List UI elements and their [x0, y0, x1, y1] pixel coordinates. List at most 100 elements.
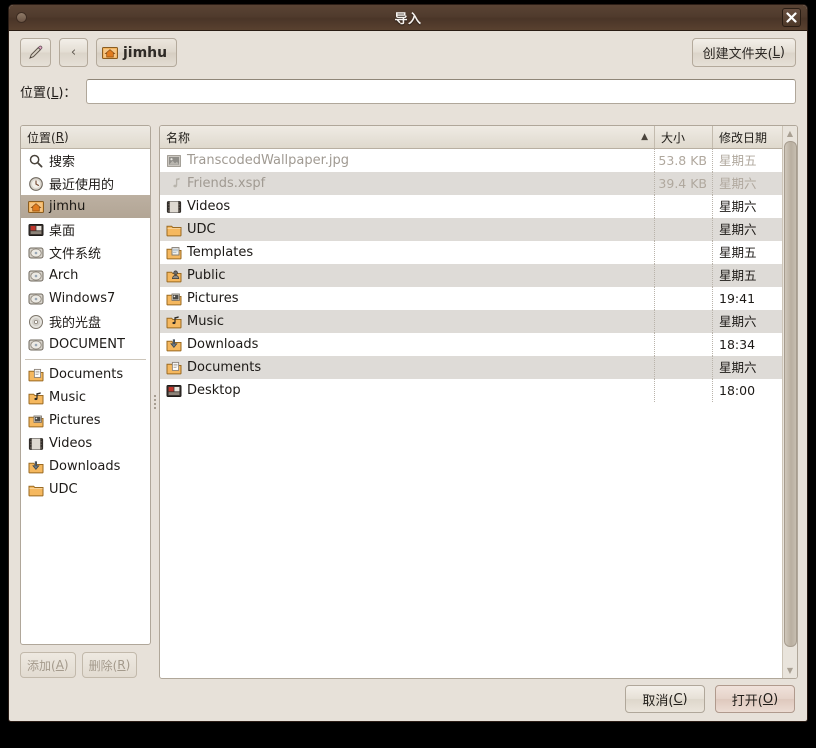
file-list-pane: 名称 ▲ 大小 修改日期 TranscodedWallpaper.jpg 53.8…: [159, 125, 798, 679]
table-row[interactable]: Public 星期五: [160, 264, 782, 287]
add-place-button[interactable]: 添加(A): [20, 652, 76, 678]
sidebar-item-documents[interactable]: Documents: [21, 363, 150, 386]
column-header-name[interactable]: 名称 ▲: [160, 126, 654, 148]
desktop-icon: [165, 383, 182, 399]
sidebar-item-搜索[interactable]: 搜索: [21, 149, 150, 172]
table-row[interactable]: Friends.xspf 39.4 KB 星期六: [160, 172, 782, 195]
folder-icon: [165, 222, 182, 238]
folder-icon: [28, 485, 43, 496]
table-row[interactable]: TranscodedWallpaper.jpg 53.8 KB 星期五: [160, 149, 782, 172]
file-name-label: Videos: [187, 199, 231, 214]
file-name-cell: Public: [160, 268, 654, 284]
table-row[interactable]: UDC 星期六: [160, 218, 782, 241]
file-name-label: Documents: [187, 360, 262, 375]
drive-icon: [28, 270, 43, 281]
path-button-jimhu[interactable]: jimhu: [96, 38, 178, 67]
sidebar-item-我的光盘[interactable]: 我的光盘: [21, 310, 150, 333]
pictures-folder-icon: [28, 415, 43, 427]
type-location-button[interactable]: [20, 38, 51, 67]
sidebar-item-arch[interactable]: Arch: [21, 264, 150, 287]
file-size-cell: [654, 241, 712, 264]
sidebar-item-pictures[interactable]: Pictures: [21, 409, 150, 432]
table-row[interactable]: Downloads 18:34: [160, 333, 782, 356]
table-row[interactable]: Videos 星期六: [160, 195, 782, 218]
places-buttons: 添加(A) 删除(R): [20, 645, 151, 679]
sidebar-item-downloads[interactable]: Downloads: [21, 455, 150, 478]
templates-folder-icon: [165, 245, 182, 261]
sidebar-item-label: Downloads: [49, 459, 121, 474]
sidebar-item-桌面[interactable]: 桌面: [21, 218, 150, 241]
sidebar-item-label: jimhu: [49, 199, 86, 214]
desktop-icon: [27, 222, 44, 238]
music-folder-icon: [165, 314, 182, 330]
file-date-cell: 星期五: [712, 264, 782, 287]
videos-folder-icon: [166, 200, 181, 213]
window-menu-icon[interactable]: [16, 12, 27, 23]
places-box: 位置(R) 搜索 最近使用的 jimhu 桌面 文件系统 Arch Windows7 我的光盘…: [20, 125, 151, 645]
image-file-icon: [165, 153, 182, 169]
file-name-label: Friends.xspf: [187, 176, 266, 191]
file-name-cell: TranscodedWallpaper.jpg: [160, 153, 654, 169]
table-row[interactable]: Desktop 18:00: [160, 379, 782, 402]
open-button[interactable]: 打开(O): [715, 685, 795, 713]
file-name-cell: Friends.xspf: [160, 176, 654, 192]
file-name-label: Music: [187, 314, 224, 329]
downloads-folder-icon: [166, 338, 181, 351]
sidebar-item-document[interactable]: DOCUMENT: [21, 333, 150, 356]
cancel-button[interactable]: 取消(C): [625, 685, 705, 713]
sidebar-item-videos[interactable]: Videos: [21, 432, 150, 455]
file-size-cell: 39.4 KB: [654, 172, 712, 195]
column-header-date[interactable]: 修改日期: [712, 126, 782, 148]
sidebar-item-label: Arch: [49, 268, 79, 283]
home-folder-icon: [27, 200, 44, 213]
path-button-label: jimhu: [123, 44, 168, 61]
sidebar-item-music[interactable]: Music: [21, 386, 150, 409]
back-button[interactable]: ‹: [59, 38, 88, 67]
create-folder-button[interactable]: 创建文件夹(L): [691, 38, 796, 67]
file-list-scrollbar[interactable]: ▲ ▼: [782, 126, 797, 678]
drive-icon: [27, 245, 44, 261]
file-size-cell: 53.8 KB: [654, 149, 712, 172]
close-icon: [786, 12, 797, 23]
file-date-cell: 星期六: [712, 172, 782, 195]
location-row: 位置(L)：: [9, 73, 807, 109]
pictures-folder-icon: [27, 413, 44, 429]
scrollbar-thumb[interactable]: [783, 141, 797, 648]
sidebar-item-windows7[interactable]: Windows7: [21, 287, 150, 310]
location-input[interactable]: [86, 78, 796, 104]
file-size-cell: [654, 287, 712, 310]
file-list-header: 名称 ▲ 大小 修改日期: [160, 126, 782, 149]
places-sidebar: 位置(R) 搜索 最近使用的 jimhu 桌面 文件系统 Arch Windows7 我的光盘…: [20, 125, 151, 679]
sidebar-item-udc[interactable]: UDC: [21, 478, 150, 501]
file-rows: TranscodedWallpaper.jpg 53.8 KB 星期五 Friends…: [160, 149, 782, 678]
desktop-icon: [166, 384, 181, 397]
sidebar-item-最近使用的[interactable]: 最近使用的: [21, 172, 150, 195]
desktop-icon: [28, 223, 43, 236]
scroll-up-button[interactable]: ▲: [784, 127, 797, 140]
import-file-chooser-dialog: 导入 ‹ jimhu 创建文件夹(L) 位置(L)： 位置(R) 搜索 …: [8, 4, 808, 722]
scroll-down-button[interactable]: ▼: [784, 664, 797, 677]
sidebar-item-文件系统[interactable]: 文件系统: [21, 241, 150, 264]
videos-folder-icon: [27, 436, 44, 452]
public-folder-icon: [166, 270, 181, 282]
remove-place-button[interactable]: 删除(R): [81, 652, 138, 678]
back-chevron-icon: ‹: [70, 45, 77, 60]
table-row[interactable]: Documents 星期六: [160, 356, 782, 379]
file-name-label: Pictures: [187, 291, 239, 306]
file-name-cell: UDC: [160, 222, 654, 238]
close-button[interactable]: [782, 8, 801, 27]
dialog-action-bar: 取消(C) 打开(O): [9, 677, 807, 721]
sidebar-item-jimhu[interactable]: jimhu: [21, 195, 150, 218]
public-folder-icon: [165, 268, 182, 284]
create-folder-label-pre: 创建文件夹(: [702, 47, 773, 62]
table-row[interactable]: Templates 星期五: [160, 241, 782, 264]
file-date-cell: 18:00: [712, 379, 782, 402]
create-folder-label-post: ): [779, 45, 785, 60]
music-folder-icon: [27, 390, 44, 406]
pane-resize-handle[interactable]: [151, 125, 159, 679]
table-row[interactable]: Pictures 19:41: [160, 287, 782, 310]
scrollbar-track[interactable]: [783, 140, 797, 664]
table-row[interactable]: Music 星期六: [160, 310, 782, 333]
column-header-date-label: 修改日期: [719, 130, 768, 145]
column-header-size[interactable]: 大小: [654, 126, 712, 148]
